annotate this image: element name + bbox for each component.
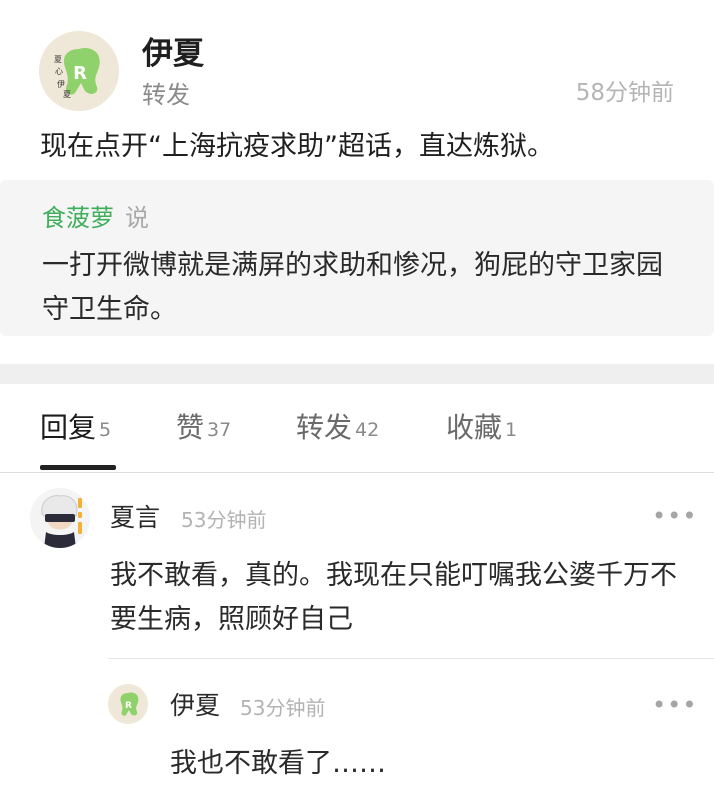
avatar-glyph: 夏: [63, 90, 71, 99]
more-options-icon[interactable]: •••: [652, 501, 697, 531]
tab-favorites[interactable]: 收藏 1: [446, 408, 517, 448]
active-tab-indicator: [40, 465, 116, 470]
quoted-says-label: 说: [125, 204, 149, 232]
tab-label: 转发: [296, 411, 353, 444]
tab-label: 收藏: [446, 411, 503, 444]
post-text: 现在点开“上海抗疫求助”超话，直达炼狱。: [40, 131, 554, 162]
comment-user-name[interactable]: 夏言: [110, 500, 160, 536]
more-options-icon[interactable]: •••: [652, 690, 697, 720]
avatar-cartoon-green-icon: R 夏 心 伊 夏: [39, 31, 119, 111]
svg-text:R: R: [73, 63, 87, 84]
comment-timestamp: 53分钟前: [240, 696, 326, 720]
avatar-anime-character-icon: [30, 488, 90, 548]
tabs-divider: [0, 472, 714, 473]
comment-timestamp: 53分钟前: [181, 508, 267, 532]
comment-divider: [108, 658, 714, 659]
tab-likes[interactable]: 赞 37: [176, 408, 231, 448]
comment-text: 我不敢看，真的。我现在只能叮嘱我公婆千万不要生病，照顾好自己: [110, 560, 677, 635]
tab-count: 5: [99, 419, 112, 441]
commenter-avatar[interactable]: R: [108, 684, 148, 724]
quoted-user-name[interactable]: 食菠萝: [42, 200, 114, 236]
tab-reposts[interactable]: 转发 42: [296, 408, 379, 448]
avatar-cartoon-green-icon: R: [108, 684, 148, 724]
tab-count: 1: [505, 419, 518, 441]
section-divider: [0, 364, 714, 384]
author-name[interactable]: 伊夏: [142, 34, 204, 74]
avatar-glyph: 伊: [57, 79, 65, 89]
svg-text:R: R: [125, 701, 132, 711]
avatar-glyph: 夏: [54, 55, 62, 64]
author-avatar[interactable]: R 夏 心 伊 夏: [39, 31, 119, 111]
tab-label: 回复: [40, 411, 97, 444]
comment-text: 我也不敢看了……: [170, 748, 386, 779]
comment-user-name[interactable]: 伊夏: [170, 688, 220, 724]
tab-count: 42: [355, 419, 380, 441]
post-action-label: 转发: [142, 81, 190, 109]
commenter-avatar[interactable]: [30, 488, 90, 548]
post-timestamp: 58分钟前: [575, 80, 674, 106]
quoted-text: 一打开微博就是满屏的求助和惨况，狗屁的守卫家园守卫生命。: [42, 250, 663, 325]
tab-label: 赞: [176, 411, 205, 444]
avatar-glyph: 心: [55, 67, 63, 76]
tab-replies[interactable]: 回复 5: [40, 408, 111, 448]
tab-count: 37: [207, 419, 232, 441]
